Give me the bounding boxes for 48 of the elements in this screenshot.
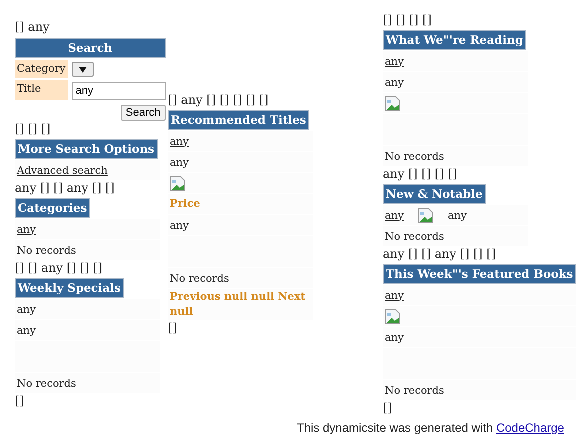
panel-title: This Week"'s Featured Books	[383, 264, 576, 284]
row-text: any	[170, 220, 189, 232]
panel-title: New & Notable	[383, 184, 486, 204]
row-text: any	[17, 324, 36, 336]
panel-title: More Search Options	[15, 139, 158, 159]
panel-title: Recommended Titles	[168, 110, 310, 130]
row-text: No records	[385, 384, 444, 396]
title-input[interactable]: any	[72, 82, 166, 100]
row-text: any	[170, 156, 189, 168]
field-label: Title	[15, 80, 68, 100]
panel-title: What We"'re Reading	[383, 30, 526, 50]
row-text: any	[17, 304, 36, 316]
title-link[interactable]: any	[385, 290, 404, 302]
title-link[interactable]: any	[17, 224, 36, 236]
row-text: No records	[385, 150, 444, 162]
placeholder-text: [] [] [] []	[383, 12, 432, 29]
placeholder-text: [] any	[15, 19, 50, 36]
title-link[interactable]: Advanced search	[17, 164, 108, 176]
placeholder-text: any [] [] any [] []	[15, 180, 115, 197]
row-text: any	[385, 76, 404, 88]
category-select[interactable]	[72, 62, 94, 77]
row-text: any	[448, 210, 467, 222]
row-text: any	[385, 332, 404, 344]
price-text: Previous null null Next null	[170, 290, 307, 320]
placeholder-text: []	[168, 320, 178, 337]
title-link[interactable]: any	[170, 136, 189, 148]
placeholder-text: any [] [] any [] [] []	[383, 246, 496, 263]
row-text: No records	[385, 230, 444, 242]
panel-title: Categories	[15, 198, 90, 218]
price-text: Price	[170, 197, 200, 212]
row-text: No records	[17, 378, 76, 390]
codecharge-link[interactable]: CodeCharge	[496, 421, 564, 435]
placeholder-text: [] any [] [] [] [] []	[168, 92, 269, 109]
placeholder-text: [] [] any [] [] []	[15, 260, 103, 277]
placeholder-text: []	[15, 393, 24, 410]
field-label: Category	[15, 60, 68, 78]
caret-icon	[78, 66, 87, 72]
panel-title: Search	[15, 38, 166, 58]
row-text: No records	[17, 244, 76, 256]
footer-text: This dynamicsite was generated with	[297, 421, 494, 435]
search-button[interactable]: Search	[120, 105, 166, 121]
placeholder-text: any [] [] [] []	[383, 166, 458, 183]
row-text: No records	[170, 272, 230, 284]
placeholder-text: []	[383, 400, 392, 417]
title-link[interactable]: any	[385, 56, 404, 68]
placeholder-text: [] [] []	[15, 121, 51, 138]
title-link[interactable]: any	[385, 210, 404, 222]
panel-title: Weekly Specials	[15, 278, 124, 298]
